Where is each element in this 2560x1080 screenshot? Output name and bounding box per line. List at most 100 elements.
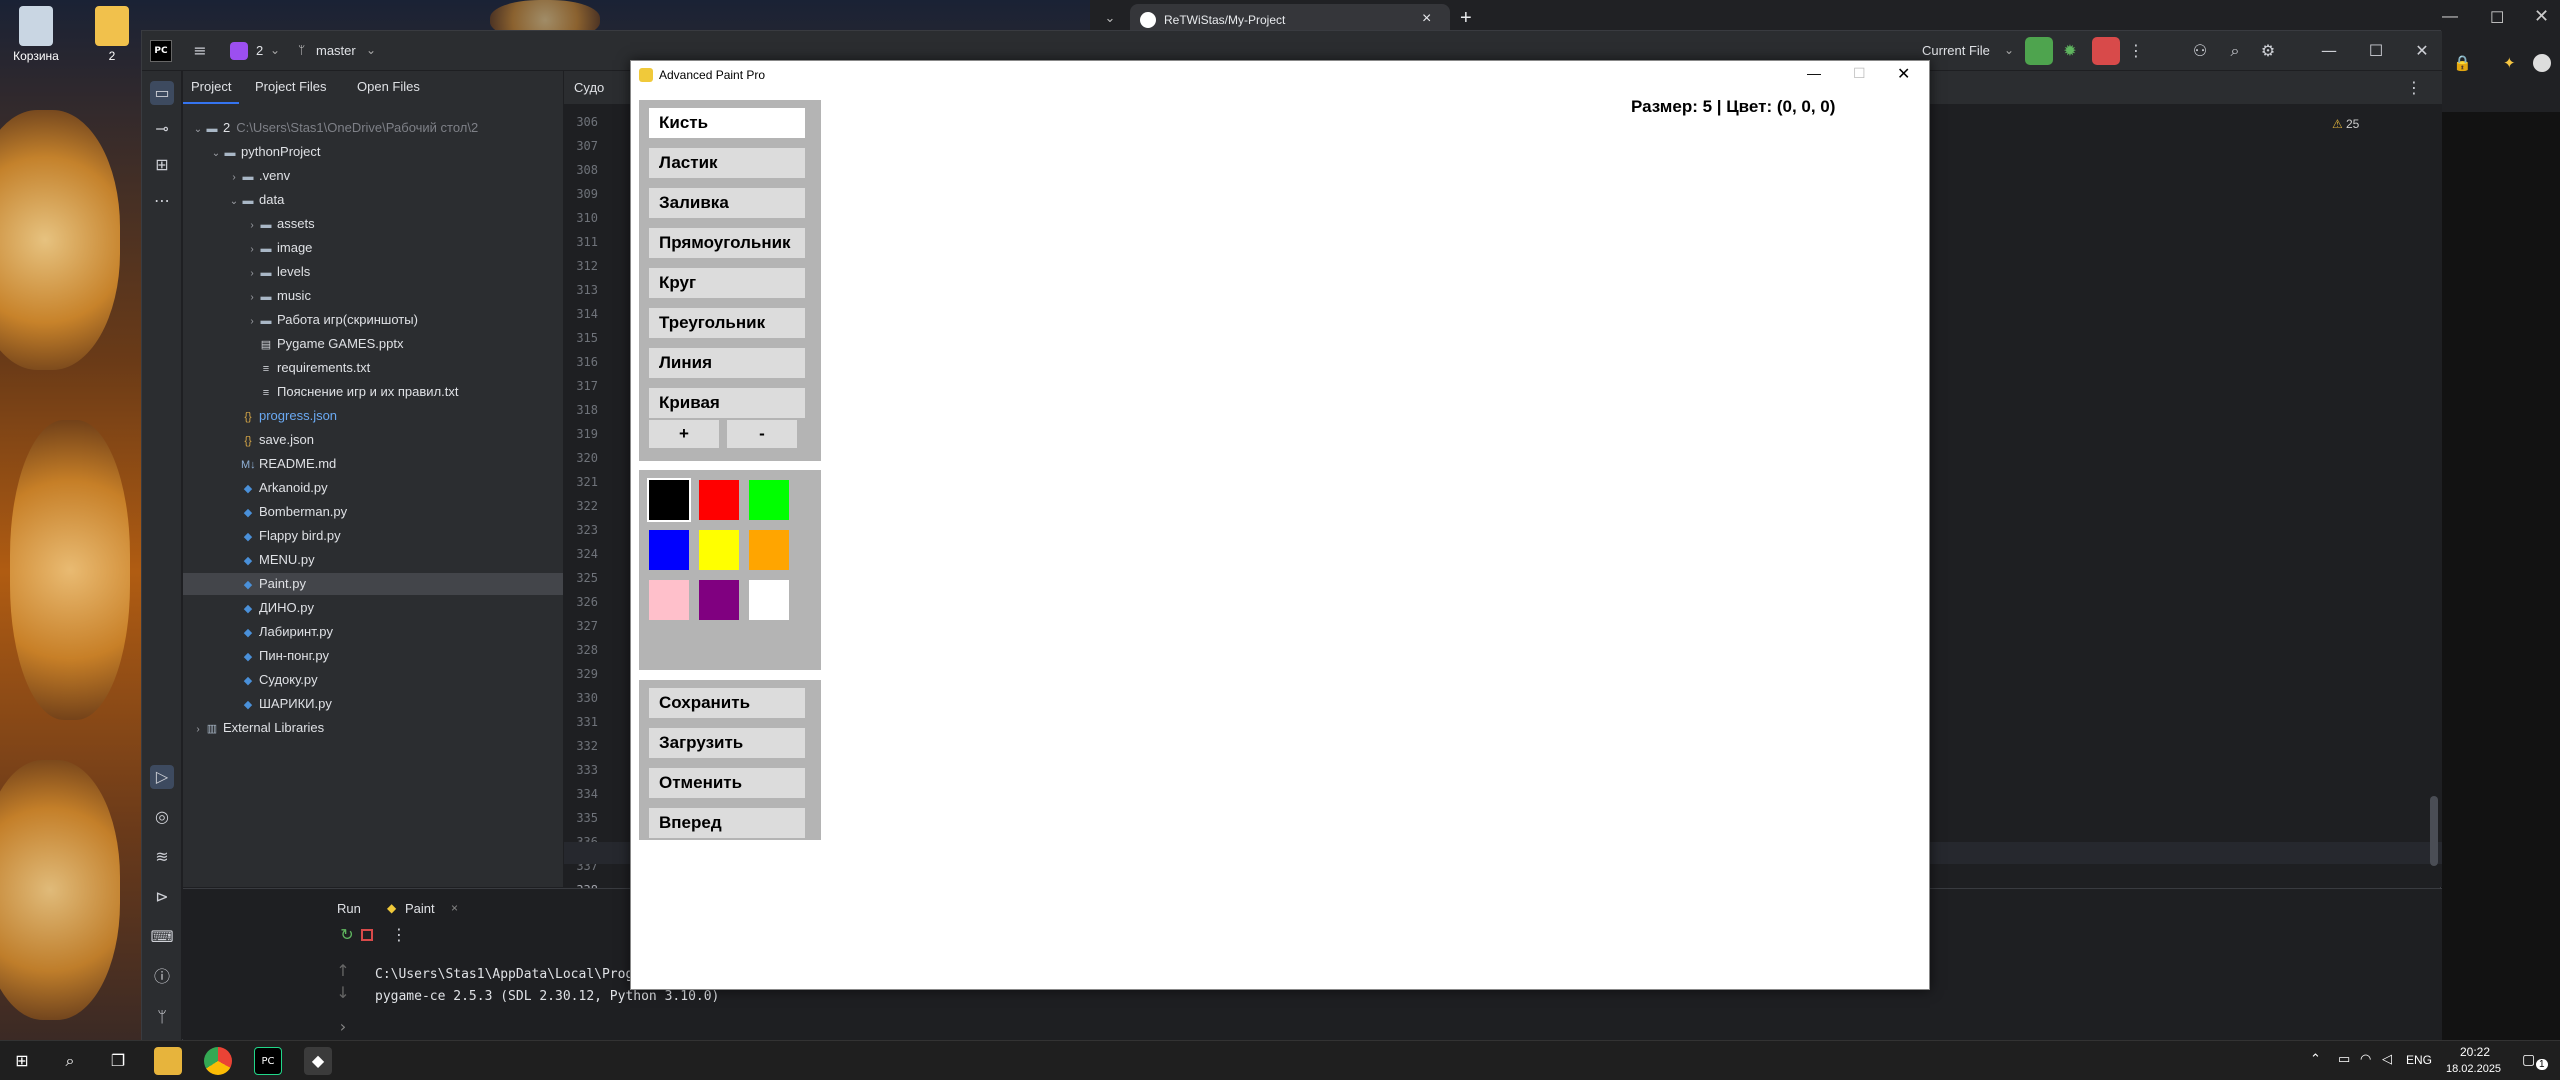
close-icon[interactable]: × (451, 901, 458, 915)
maximize-icon[interactable]: ☐ (2364, 39, 2388, 63)
scroll-up-icon[interactable]: ↑ (331, 959, 355, 983)
terminal-icon[interactable]: ⌨ (150, 925, 174, 949)
tree-item[interactable]: ◆ Лабиринт.py (183, 621, 563, 643)
color-swatch[interactable] (699, 530, 739, 570)
pycharm-icon[interactable]: PC (254, 1047, 282, 1075)
tree-item[interactable]: ◆ MENU.py (183, 549, 563, 571)
scroll-down-icon[interactable]: ↓ (331, 981, 355, 1005)
chevron-right-icon[interactable]: › (245, 239, 259, 261)
tree-item[interactable]: {} progress.json (183, 405, 563, 427)
chevron-down-icon[interactable]: ⌄ (191, 119, 205, 141)
tab-project[interactable]: Project (183, 71, 240, 104)
chevron-right-icon[interactable]: › (331, 1015, 355, 1039)
git-icon[interactable]: ᛘ (150, 1005, 174, 1029)
redo-button[interactable]: Вперед (649, 808, 805, 838)
language-indicator[interactable]: ENG (2406, 1053, 2432, 1067)
search-icon[interactable]: ⌕ (2223, 39, 2247, 63)
maximize-icon[interactable]: ☐ (2490, 8, 2504, 28)
chevron-down-icon[interactable]: ⌄ (227, 191, 241, 213)
size-increase-button[interactable]: + (649, 420, 719, 448)
layers-icon[interactable]: ≋ (150, 845, 174, 869)
rerun-icon[interactable]: ↻ (335, 923, 359, 947)
volume-icon[interactable]: ◁ (2382, 1051, 2392, 1067)
tree-item[interactable]: ◆ Судоку.py (183, 669, 563, 691)
tree-item[interactable]: ◆ ДИНО.py (183, 597, 563, 619)
lock-icon[interactable]: 🔒 (2453, 54, 2472, 72)
tree-item[interactable]: ▤ Pygame GAMES.pptx (183, 333, 563, 355)
color-swatch[interactable] (749, 530, 789, 570)
more-actions-icon[interactable]: ⋮ (2124, 39, 2148, 63)
chevron-up-icon[interactable]: ⌃ (2310, 1051, 2321, 1067)
tree-item[interactable]: › ▬ levels (183, 261, 563, 283)
recycle-bin-desktop-icon[interactable]: Корзина (6, 6, 66, 63)
close-tab-icon[interactable]: × (1422, 10, 1431, 28)
structure-icon[interactable]: ⊞ (150, 153, 174, 177)
tool-rectangle-button[interactable]: Прямоугольник (649, 228, 805, 258)
problems-icon[interactable]: ⓘ (150, 965, 174, 989)
maximize-icon[interactable]: ☐ (1853, 65, 1866, 82)
tree-item[interactable]: ◆ Пин-понг.py (183, 645, 563, 667)
new-tab-button[interactable]: + (1460, 7, 1472, 30)
tree-item[interactable]: ◆ Bomberman.py (183, 501, 563, 523)
profile-avatar[interactable] (2533, 54, 2551, 72)
notification-icon[interactable]: ▢ (2522, 1051, 2535, 1068)
tree-item[interactable]: ⌄ ▬ data (183, 189, 563, 211)
tool-eraser-button[interactable]: Ластик (649, 148, 805, 178)
color-swatch[interactable] (649, 580, 689, 620)
size-decrease-button[interactable]: - (727, 420, 797, 448)
minimize-icon[interactable]: — (2442, 8, 2458, 26)
editor-scrollbar[interactable] (2430, 796, 2438, 866)
gear-icon[interactable]: ⚙ (2256, 39, 2280, 63)
chevron-down-icon[interactable]: ⌄ (209, 143, 223, 165)
chevron-right-icon[interactable]: › (245, 215, 259, 237)
more-icon[interactable]: ⋯ (150, 189, 174, 213)
tree-item[interactable]: › ▥ External Libraries (183, 717, 563, 739)
folder-icon[interactable]: ▭ (150, 81, 174, 105)
tool-brush-button[interactable]: Кисть (649, 108, 805, 138)
tree-item[interactable]: ◆ Flappy bird.py (183, 525, 563, 547)
chevron-right-icon[interactable]: › (227, 167, 241, 189)
more-actions-icon[interactable]: ⋮ (387, 923, 411, 947)
tree-item[interactable]: ⌄ ▬ pythonProject (183, 141, 563, 163)
tab-project-files[interactable]: Project Files (255, 79, 327, 94)
tool-fill-button[interactable]: Заливка (649, 188, 805, 218)
undo-button[interactable]: Отменить (649, 768, 805, 798)
windows-start-icon[interactable]: ⊞ (8, 1047, 36, 1075)
clock-time[interactable]: 20:22 (2460, 1045, 2490, 1059)
network-icon[interactable]: ◠ (2360, 1051, 2371, 1067)
commit-icon[interactable]: ⊸ (150, 117, 174, 141)
add-user-icon[interactable]: ⚇ (2188, 39, 2212, 63)
minimize-icon[interactable]: — (2317, 39, 2341, 63)
tree-item[interactable]: ◆ ШАРИКИ.py (183, 693, 563, 715)
chevron-right-icon[interactable]: › (245, 311, 259, 333)
clock-date[interactable]: 18.02.2025 (2446, 1063, 2501, 1075)
color-swatch[interactable] (749, 480, 789, 520)
load-button[interactable]: Загрузить (649, 728, 805, 758)
search-icon[interactable]: ⌕ (56, 1047, 84, 1075)
close-icon[interactable]: ✕ (2410, 39, 2434, 63)
battery-icon[interactable]: ▭ (2338, 1051, 2350, 1067)
tab-open-files[interactable]: Open Files (357, 79, 420, 94)
tool-line-button[interactable]: Линия (649, 348, 805, 378)
debug-icon[interactable]: ✹ (2058, 39, 2082, 63)
minimize-icon[interactable]: — (1807, 65, 1821, 81)
close-window-icon[interactable]: ✕ (2534, 6, 2549, 27)
tree-item[interactable]: › ▬ .venv (183, 165, 563, 187)
services-icon[interactable]: ⊳ (150, 885, 174, 909)
project-switcher[interactable]: 2 ⌄ (230, 39, 280, 63)
python-app-icon[interactable]: ◆ (304, 1047, 332, 1075)
extension-icon[interactable]: ✦ (2503, 54, 2516, 72)
stop-icon[interactable] (361, 929, 373, 941)
tree-item[interactable]: {} save.json (183, 429, 563, 451)
python-console-icon[interactable]: ◎ (150, 805, 174, 829)
tree-item[interactable]: ◆ Paint.py (183, 573, 563, 595)
color-swatch[interactable] (699, 480, 739, 520)
tree-item[interactable]: › ▬ assets (183, 213, 563, 235)
hamburger-menu-icon[interactable]: ≡ (188, 39, 212, 63)
tree-item[interactable]: ⌄ ▬ 2 C:\Users\Stas1\OneDrive\Рабочий стол\… (183, 117, 563, 139)
save-button[interactable]: Сохранить (649, 688, 805, 718)
color-swatch[interactable] (647, 478, 691, 522)
task-view-icon[interactable]: ❐ (104, 1047, 132, 1075)
tool-curve-button[interactable]: Кривая (649, 388, 805, 418)
folder-desktop-icon[interactable]: 2 (82, 6, 142, 63)
